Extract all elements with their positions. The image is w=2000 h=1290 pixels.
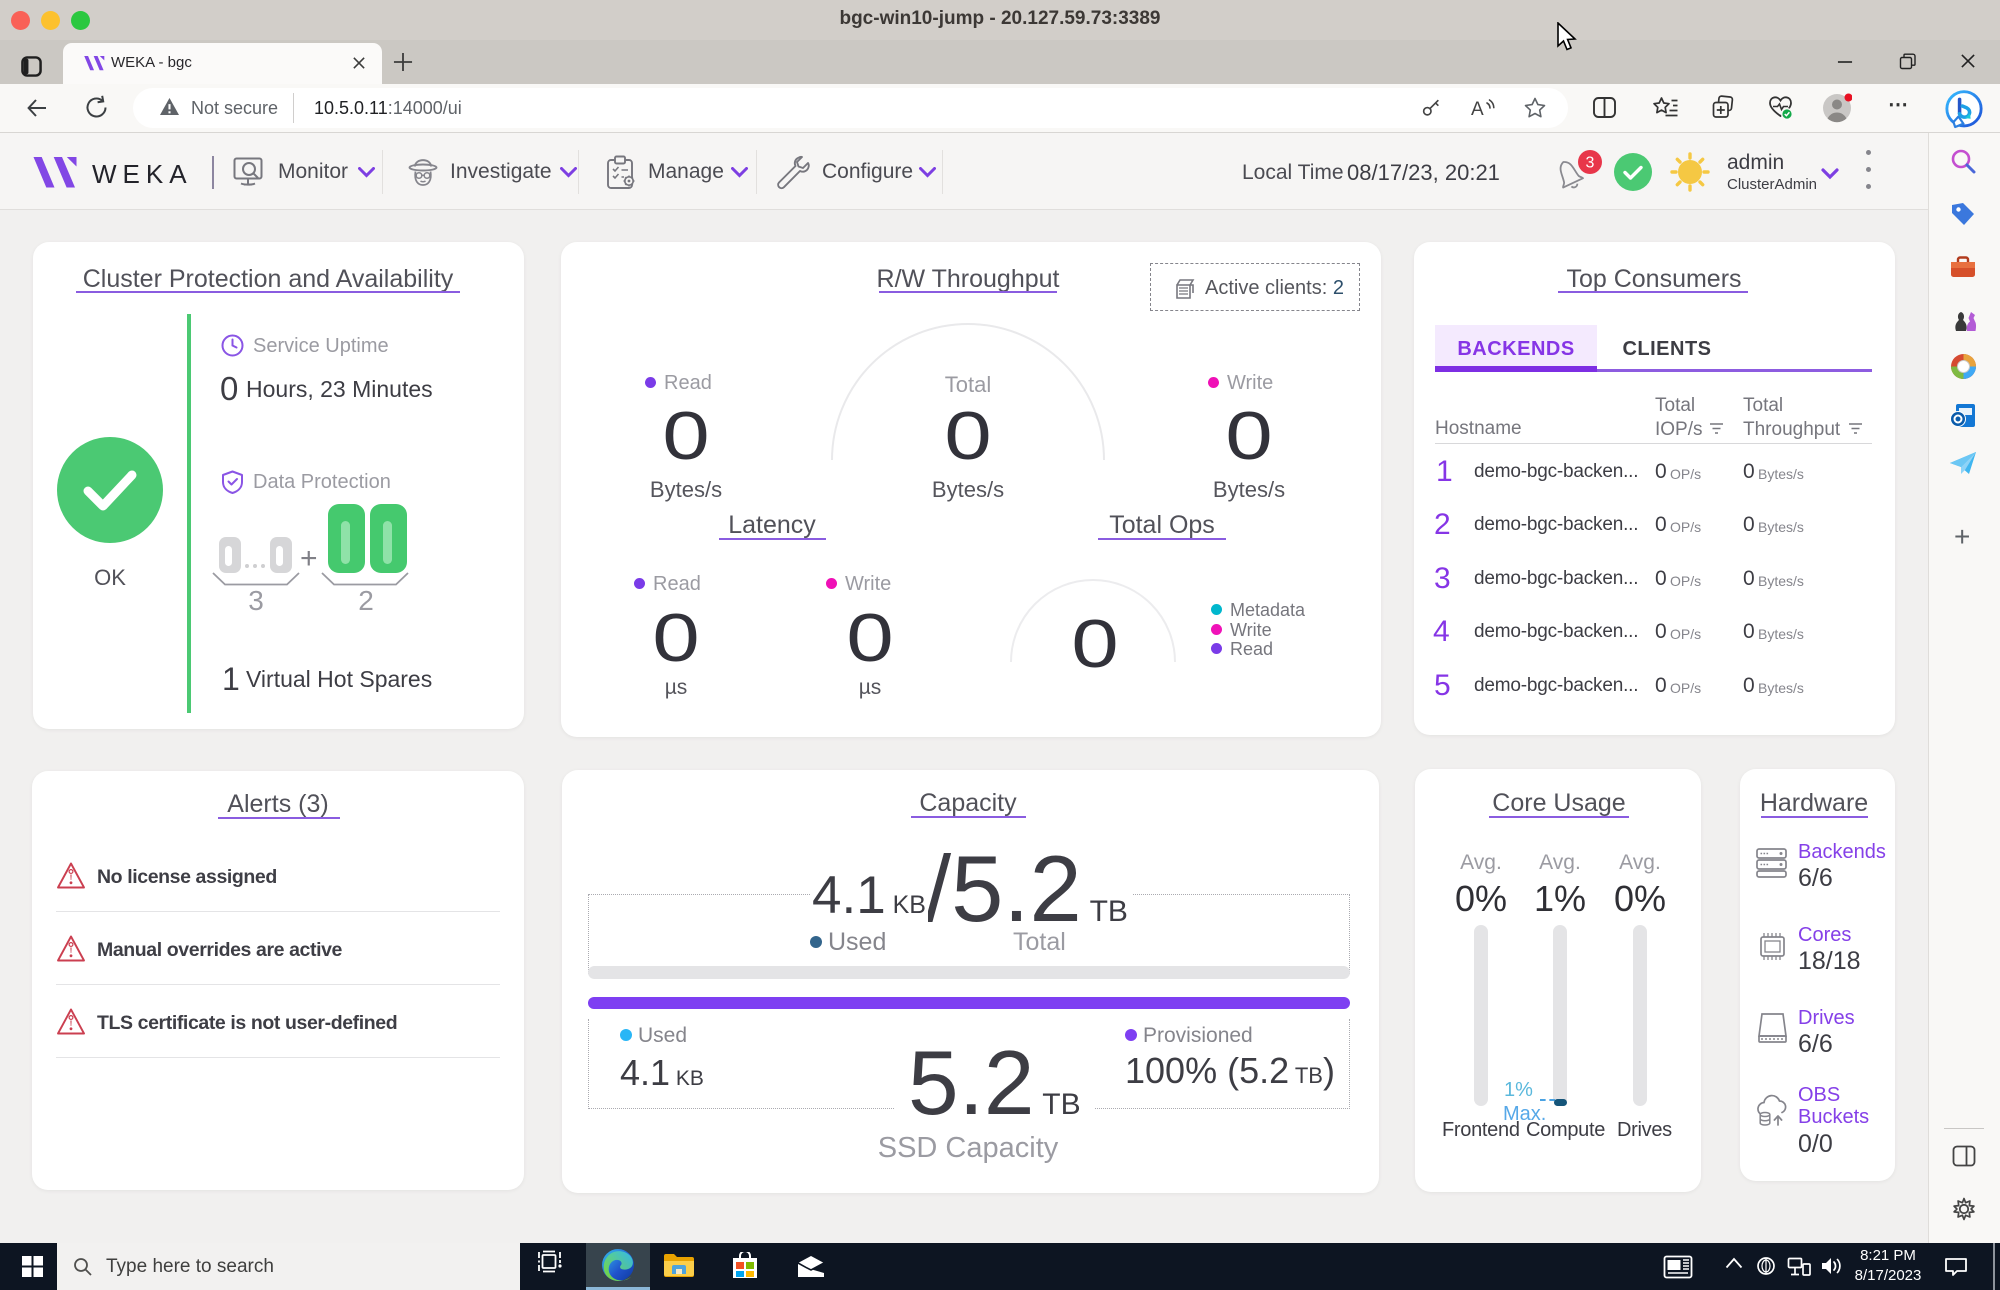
svg-text:A: A xyxy=(1471,99,1484,119)
svg-text:3: 3 xyxy=(1586,155,1595,172)
